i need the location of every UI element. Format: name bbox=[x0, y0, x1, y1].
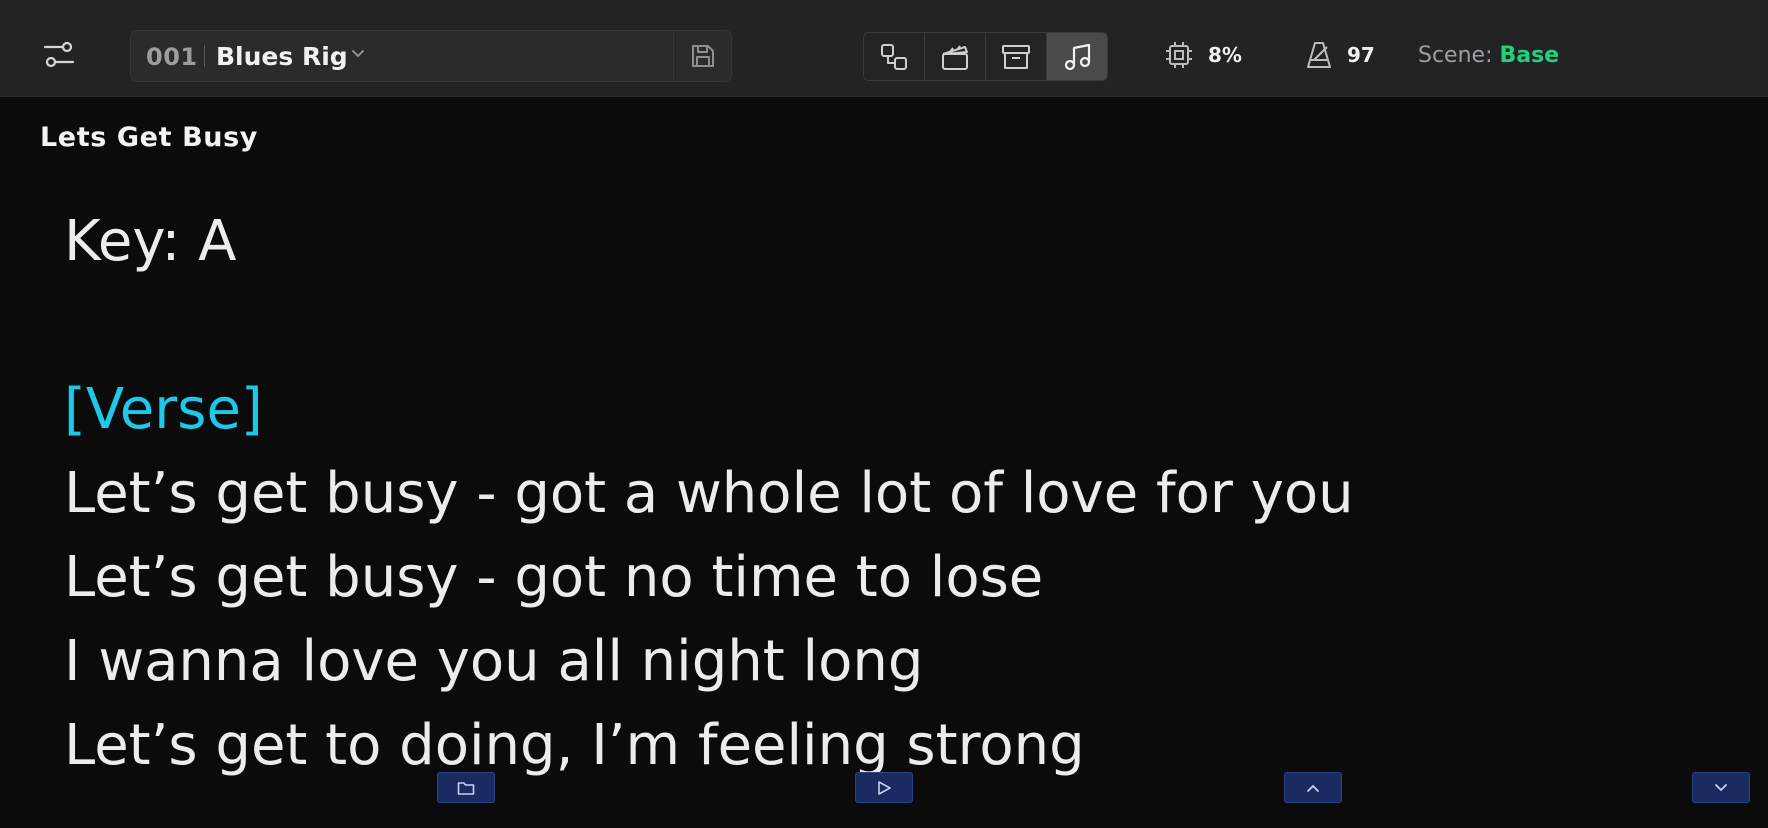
view-scenes-button[interactable] bbox=[925, 33, 986, 80]
view-archive-button[interactable] bbox=[986, 33, 1047, 80]
open-folder-button[interactable] bbox=[437, 772, 495, 803]
save-preset-button[interactable] bbox=[673, 31, 731, 81]
metronome-icon bbox=[1307, 42, 1331, 68]
scroll-up-button[interactable] bbox=[1284, 772, 1342, 803]
settings-menu-button[interactable] bbox=[40, 38, 78, 72]
chevron-down-icon[interactable] bbox=[351, 49, 365, 59]
play-icon bbox=[878, 780, 891, 795]
section-heading: [Verse] bbox=[64, 377, 263, 442]
top-toolbar: 001 Blues Rig 8% 97 Scene: Base bbox=[0, 0, 1768, 97]
scene-label: Scene: bbox=[1418, 43, 1493, 68]
song-title: Lets Get Busy bbox=[40, 122, 258, 153]
tempo-display[interactable]: 97 bbox=[1305, 40, 1375, 70]
tempo-value: 97 bbox=[1347, 43, 1375, 67]
play-button[interactable] bbox=[855, 772, 913, 803]
view-signal-chain-button[interactable] bbox=[864, 33, 925, 80]
lyric-line: Let’s get busy - got no time to lose bbox=[64, 545, 1044, 610]
preset-selector[interactable]: 001 Blues Rig bbox=[130, 30, 732, 82]
save-icon bbox=[691, 45, 714, 67]
view-switcher bbox=[863, 32, 1108, 81]
cpu-chip-icon bbox=[1166, 42, 1192, 68]
preset-name: Blues Rig bbox=[216, 42, 348, 71]
preset-divider bbox=[204, 45, 205, 67]
signal-chain-icon bbox=[881, 43, 907, 70]
scroll-down-button[interactable] bbox=[1692, 772, 1750, 803]
preset-number: 001 bbox=[146, 43, 198, 71]
lyric-line: I wanna love you all night long bbox=[64, 629, 924, 694]
cpu-value: 8% bbox=[1208, 43, 1242, 67]
lyric-line bbox=[64, 284, 1744, 368]
lyrics-panel: Key: A [Verse] Let’s get busy - got a wh… bbox=[64, 200, 1744, 788]
lyric-line: Let’s get busy - got a whole lot of love… bbox=[64, 461, 1354, 526]
scene-indicator: Scene: Base bbox=[1418, 43, 1559, 68]
music-note-icon bbox=[1064, 43, 1091, 70]
chevron-down-icon bbox=[1715, 783, 1727, 791]
clapperboard-icon bbox=[942, 44, 968, 70]
archive-icon bbox=[1002, 44, 1030, 69]
chevron-up-icon bbox=[1307, 784, 1319, 792]
cpu-usage: 8% bbox=[1164, 40, 1242, 70]
lyric-line: Key: A bbox=[64, 209, 237, 274]
scene-value: Base bbox=[1499, 43, 1560, 68]
sliders-icon bbox=[43, 41, 75, 68]
folder-icon bbox=[457, 781, 475, 795]
view-lyrics-button[interactable] bbox=[1047, 33, 1107, 80]
